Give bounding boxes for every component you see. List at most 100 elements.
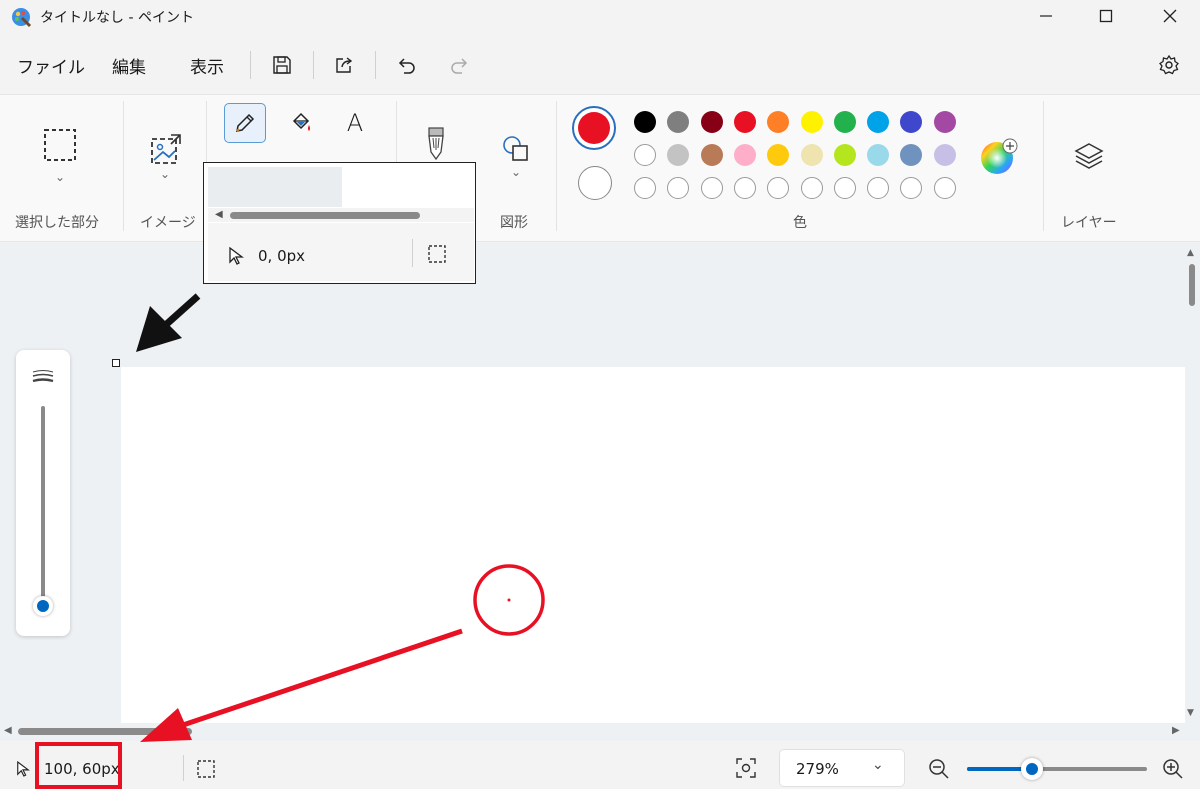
palette-swatch[interactable] (867, 144, 890, 166)
palette-swatch[interactable] (900, 111, 923, 133)
brushes-button[interactable] (420, 123, 452, 163)
cursor-position: 100, 60px (44, 760, 120, 778)
secondary-color-button[interactable] (578, 166, 612, 200)
ribbon: ⌄ 選択した部分 ⌄ イメージ A ⌄ 図形 色 レイヤー (0, 94, 1200, 242)
selection-size-icon (428, 245, 446, 263)
primary-color-button[interactable] (572, 106, 616, 150)
undo-button[interactable] (391, 50, 421, 80)
shapes-group-label: 図形 (500, 215, 528, 231)
redo-icon (451, 58, 468, 74)
text-tool-icon: A (346, 109, 364, 137)
colors-group-label: 色 (793, 215, 807, 231)
text-tool-button[interactable]: A (334, 103, 376, 143)
palette-swatch[interactable] (833, 111, 856, 133)
selection-size-icon (197, 760, 215, 778)
minimize-icon (1040, 15, 1052, 17)
palette-swatch[interactable] (700, 144, 723, 166)
scroll-right-icon[interactable]: ▶ (1172, 725, 1180, 736)
vertical-scrollbar[interactable]: ▲ ▼ (1186, 248, 1198, 722)
palette-swatch[interactable] (733, 111, 756, 133)
menu-view[interactable]: 表示 (190, 53, 224, 78)
shapes-button[interactable] (498, 131, 534, 167)
settings-button[interactable] (1154, 50, 1184, 80)
palette-swatch[interactable] (933, 144, 956, 166)
custom-color-slot[interactable] (800, 177, 823, 199)
palette-swatch[interactable] (867, 111, 890, 133)
scroll-left-icon[interactable]: ◀ (4, 725, 12, 736)
custom-color-slot[interactable] (767, 177, 790, 199)
menu-separator (313, 51, 314, 79)
palette-swatch[interactable] (900, 144, 923, 166)
save-button[interactable] (267, 50, 297, 80)
menu-file[interactable]: ファイル (17, 53, 85, 78)
brush-size-panel (16, 350, 70, 636)
zoom-level-value: 279% (796, 760, 839, 778)
custom-color-slot[interactable] (667, 177, 690, 199)
custom-color-slot[interactable] (700, 177, 723, 199)
palette-swatch[interactable] (667, 144, 690, 166)
custom-color-slot[interactable] (733, 177, 756, 199)
horizontal-scroll-thumb[interactable] (18, 728, 192, 735)
scroll-down-icon[interactable]: ▼ (1187, 708, 1194, 718)
custom-color-slot[interactable] (900, 177, 923, 199)
palette-swatch[interactable] (767, 144, 790, 166)
vertical-scroll-thumb[interactable] (1189, 264, 1195, 306)
minimize-button[interactable] (1016, 0, 1076, 32)
gear-icon (1159, 54, 1179, 75)
custom-color-slot[interactable] (634, 177, 656, 199)
fill-tool-button[interactable] (280, 103, 322, 143)
zoom-slider-knob[interactable] (1020, 758, 1043, 780)
palette-swatch[interactable] (800, 144, 823, 166)
undo-icon (398, 58, 415, 74)
chevron-down-icon[interactable]: ⌄ (55, 170, 65, 184)
custom-color-slot[interactable] (833, 177, 856, 199)
chevron-down-icon[interactable]: ⌄ (160, 167, 170, 181)
stroke-width-icon (32, 370, 54, 383)
image-button[interactable] (146, 129, 186, 169)
custom-color-slot[interactable] (933, 177, 956, 199)
callout-status-area: 0, 0px (208, 223, 474, 281)
close-icon (1163, 9, 1177, 23)
zoom-out-icon[interactable] (928, 758, 950, 780)
cursor-icon (229, 247, 244, 265)
redo-button[interactable] (445, 50, 475, 80)
palette-swatch[interactable] (767, 111, 790, 133)
pencil-tool-button[interactable] (224, 103, 266, 143)
palette-swatch[interactable] (667, 111, 690, 133)
zoom-slider-track[interactable] (967, 767, 1147, 771)
primary-color-swatch (578, 112, 610, 144)
horizontal-scrollbar[interactable]: ◀ ▶ (0, 724, 1186, 740)
palette-swatch[interactable] (634, 144, 656, 166)
palette-swatch[interactable] (733, 144, 756, 166)
scroll-up-icon[interactable]: ▲ (1187, 248, 1194, 258)
drawing-canvas[interactable] (121, 367, 1185, 723)
title-bar: タイトルなし - ペイント (0, 0, 1200, 36)
layers-group-label: レイヤー (1061, 215, 1117, 231)
selection-button[interactable] (40, 125, 80, 165)
custom-color-slot[interactable] (867, 177, 890, 199)
maximize-button[interactable] (1076, 0, 1136, 32)
zoomed-status-callout: ◀ 0, 0px (203, 162, 476, 284)
fit-to-window-icon[interactable] (736, 758, 756, 778)
layers-button[interactable] (1070, 137, 1108, 175)
zoom-in-icon[interactable] (1162, 758, 1184, 780)
close-button[interactable] (1140, 0, 1200, 32)
zoom-level-dropdown[interactable]: 279% ⌄ (779, 749, 905, 787)
palette-swatch[interactable] (833, 144, 856, 166)
window-title: タイトルなし - ペイント (40, 10, 194, 26)
layers-icon (1074, 143, 1104, 169)
palette-swatch[interactable] (933, 111, 956, 133)
callout-scrollbar: ◀ (208, 208, 474, 222)
brush-size-slider-knob[interactable] (33, 596, 53, 616)
chevron-down-icon[interactable]: ⌄ (511, 165, 521, 179)
selection-rect-icon (44, 129, 76, 161)
palette-swatch[interactable] (800, 111, 823, 133)
callout-separator (412, 239, 413, 267)
palette-swatch[interactable] (700, 111, 723, 133)
edit-colors-button[interactable] (979, 137, 1019, 177)
brush-size-slider-track[interactable] (41, 406, 45, 600)
palette-swatch[interactable] (634, 111, 656, 133)
canvas-resize-handle[interactable] (112, 359, 120, 367)
menu-edit[interactable]: 編集 (112, 53, 146, 78)
share-button[interactable] (329, 50, 359, 80)
